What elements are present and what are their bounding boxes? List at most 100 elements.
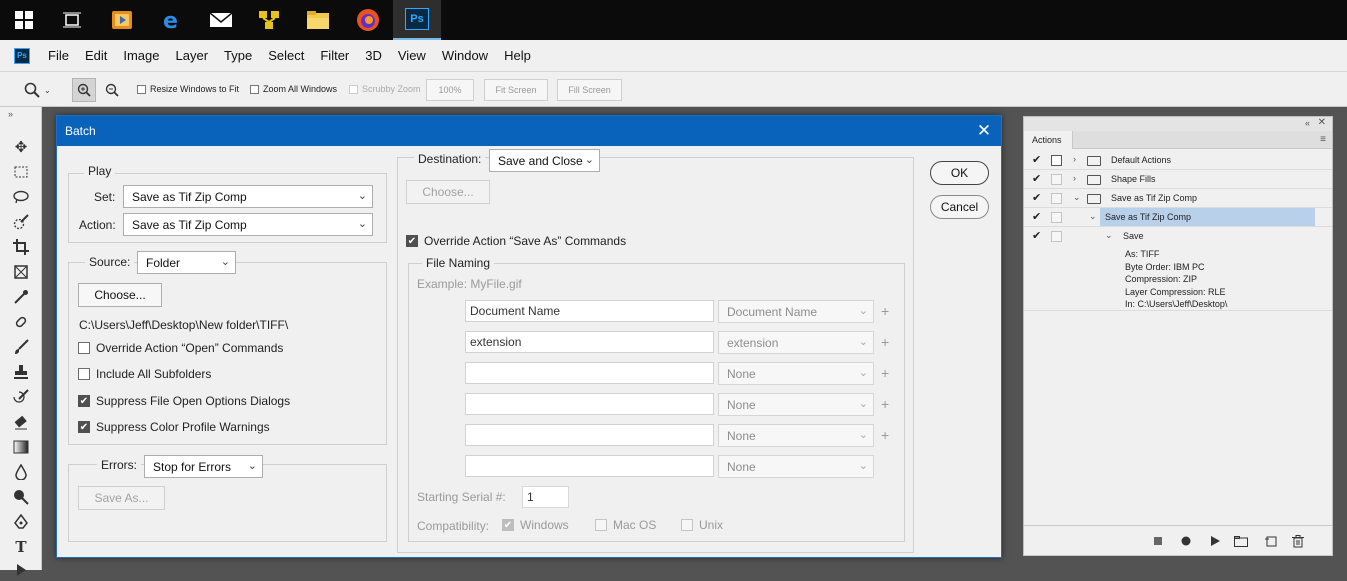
dialog-toggle-icon[interactable] [1051,212,1062,223]
zoom-in-icon[interactable] [72,78,96,102]
naming-select[interactable]: None ⌄ [718,393,874,416]
chevron-down-icon[interactable]: ⌄ [1105,230,1113,241]
close-panel-icon[interactable]: ✕ [1318,117,1326,128]
menu-help[interactable]: Help [496,48,539,63]
new-set-folder-icon[interactable] [1233,534,1249,548]
source-select[interactable]: Folder ⌄ [137,251,236,274]
fill-screen-button[interactable]: Fill Screen [557,79,622,101]
windows-start-icon[interactable] [0,0,48,40]
check-icon[interactable]: ✔ [1032,229,1041,242]
menu-select[interactable]: Select [260,48,312,63]
task-view-icon[interactable] [48,0,96,40]
chevron-right-icon[interactable]: › [1073,154,1076,164]
add-naming-row-icon[interactable]: + [881,396,889,412]
override-open-checkbox[interactable]: Override Action “Open” Commands [78,341,283,355]
suppress-open-checkbox[interactable]: ✔ Suppress File Open Options Dialogs [78,394,290,408]
menu-edit[interactable]: Edit [77,48,115,63]
menu-image[interactable]: Image [115,48,167,63]
zoom-all-checkbox[interactable]: Zoom All Windows [250,84,337,94]
add-naming-row-icon[interactable]: + [881,427,889,443]
action-set-row[interactable]: ✔ › Default Actions [1024,151,1332,170]
action-row-selected[interactable]: ✔ ⌄ Save as Tif Zip Comp [1024,208,1332,227]
check-icon[interactable]: ✔ [1032,153,1041,166]
healing-brush-tool-icon[interactable] [10,311,32,333]
frame-tool-icon[interactable] [10,261,32,283]
chevron-down-icon[interactable]: ⌄ [1089,211,1097,222]
dialog-toggle-icon[interactable] [1051,231,1062,242]
firefox-icon[interactable] [344,0,392,40]
action-set-row[interactable]: ✔ ⌄ Save as Tif Zip Comp [1024,189,1332,208]
history-brush-tool-icon[interactable] [10,386,32,408]
network-app-icon[interactable] [245,0,293,40]
marquee-tool-icon[interactable] [10,161,32,183]
pen-tool-icon[interactable] [10,511,32,533]
action-set-row[interactable]: ✔ › Shape Fills [1024,170,1332,189]
file-explorer-icon[interactable] [294,0,342,40]
record-icon[interactable] [1178,534,1194,548]
menu-window[interactable]: Window [434,48,496,63]
cancel-button[interactable]: Cancel [930,195,989,219]
chevron-down-icon[interactable]: ⌄ [1073,192,1081,203]
edge-icon[interactable]: e [148,0,196,40]
override-save-checkbox[interactable]: ✔ Override Action “Save As” Commands [406,234,626,248]
eyedropper-tool-icon[interactable] [10,286,32,308]
errors-select[interactable]: Stop for Errors ⌄ [144,455,263,478]
naming-text-field[interactable]: Document Name [465,300,714,322]
naming-text-field[interactable] [465,455,714,477]
close-icon[interactable]: ✕ [973,120,995,142]
unix-checkbox[interactable]: Unix [681,518,723,532]
action-step-row[interactable]: ✔ ⌄ Save [1024,227,1332,246]
menu-3d[interactable]: 3D [357,48,390,63]
suppress-color-checkbox[interactable]: ✔ Suppress Color Profile Warnings [78,420,270,434]
type-tool-icon[interactable]: T [10,536,32,558]
errors-save-as-button[interactable]: Save As... [78,486,165,510]
naming-select[interactable]: Document Name ⌄ [718,300,874,323]
media-player-icon[interactable] [98,0,146,40]
dialog-toggle-icon[interactable] [1051,155,1062,166]
naming-select[interactable]: extension ⌄ [718,331,874,354]
check-icon[interactable]: ✔ [1032,172,1041,185]
include-subfolders-checkbox[interactable]: Include All Subfolders [78,367,211,381]
menu-filter[interactable]: Filter [312,48,357,63]
mail-icon[interactable] [197,0,245,40]
add-naming-row-icon[interactable]: + [881,303,889,319]
quick-selection-tool-icon[interactable] [10,211,32,233]
action-select[interactable]: Save as Tif Zip Comp ⌄ [123,213,373,236]
naming-select[interactable]: None ⌄ [718,362,874,385]
menu-type[interactable]: Type [216,48,260,63]
new-action-icon[interactable] [1263,534,1279,548]
source-choose-button[interactable]: Choose... [78,283,162,307]
gradient-tool-icon[interactable] [10,436,32,458]
chevron-right-icon[interactable]: › [1073,173,1076,183]
dialog-toggle-icon[interactable] [1051,193,1062,204]
collapse-panel-icon[interactable]: « [1305,118,1310,128]
set-select[interactable]: Save as Tif Zip Comp ⌄ [123,185,373,208]
panel-menu-icon[interactable]: ≡ [1320,134,1326,145]
menu-view[interactable]: View [390,48,434,63]
clone-stamp-tool-icon[interactable] [10,361,32,383]
ok-button[interactable]: OK [930,161,989,185]
photoshop-icon[interactable]: Ps [393,0,441,40]
fit-screen-button[interactable]: Fit Screen [484,79,548,101]
path-selection-tool-icon[interactable] [10,559,32,581]
play-icon[interactable] [1207,534,1223,548]
add-naming-row-icon[interactable]: + [881,334,889,350]
zoom-out-icon[interactable] [101,78,123,102]
crop-tool-icon[interactable] [10,236,32,258]
scrubby-zoom-checkbox[interactable]: Scrubby Zoom [349,84,421,94]
stop-icon[interactable] [1150,534,1166,548]
naming-select[interactable]: None ⌄ [718,455,874,478]
naming-select[interactable]: None ⌄ [718,424,874,447]
dialog-toggle-icon[interactable] [1051,174,1062,185]
serial-input[interactable]: 1 [522,486,569,508]
eraser-tool-icon[interactable] [10,411,32,433]
resize-windows-checkbox[interactable]: Resize Windows to Fit [137,84,239,94]
collapse-toolbox-icon[interactable]: » [8,109,13,119]
menu-layer[interactable]: Layer [168,48,217,63]
naming-text-field[interactable] [465,393,714,415]
check-icon[interactable]: ✔ [1032,191,1041,204]
dodge-tool-icon[interactable] [10,486,32,508]
zoom-tool-preset-icon[interactable]: ⌄ [24,80,58,100]
zoom-value-field[interactable]: 100% [426,79,474,101]
naming-text-field[interactable] [465,424,714,446]
